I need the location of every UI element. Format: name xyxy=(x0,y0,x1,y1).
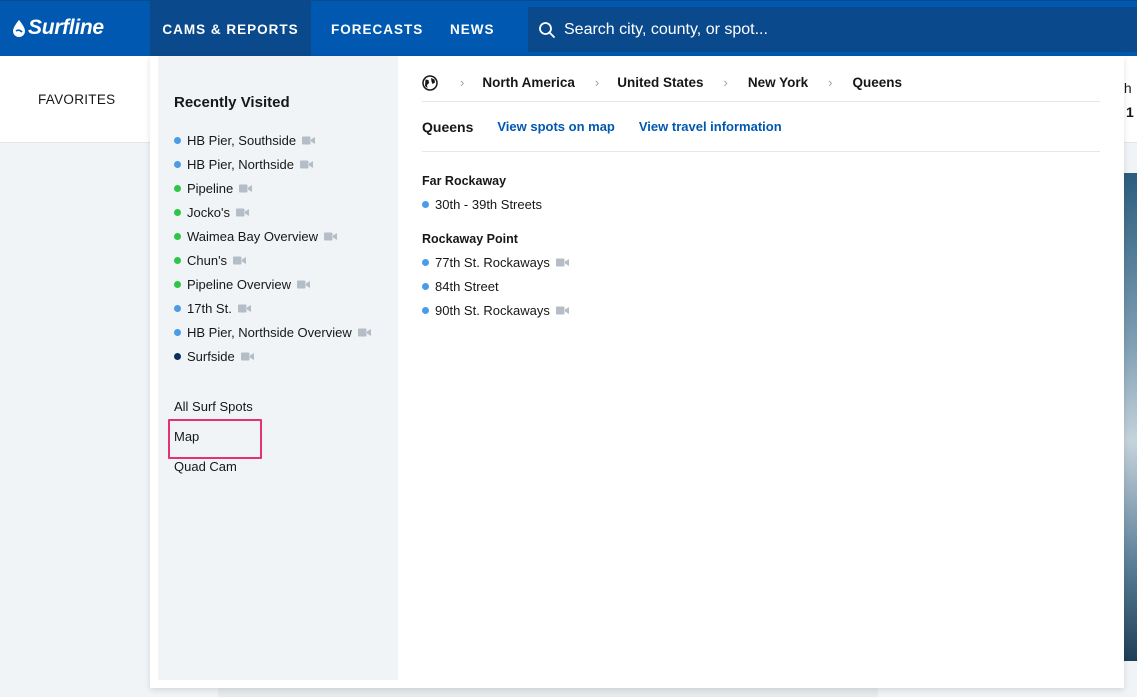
camera-icon xyxy=(555,258,569,267)
spot-name: Waimea Bay Overview xyxy=(187,228,318,244)
spot-list-far-rockaway: 30th - 39th Streets xyxy=(422,192,542,216)
map-link[interactable]: Map xyxy=(174,427,253,457)
group-title-far-rockaway: Far Rockaway xyxy=(422,174,507,188)
status-dot xyxy=(174,328,181,336)
quad-cam-link[interactable]: Quad Cam xyxy=(174,457,253,487)
view-spots-on-map-link[interactable]: View spots on map xyxy=(497,119,615,134)
spot-name: Pipeline xyxy=(187,180,234,196)
spot-item[interactable]: 30th - 39th Streets xyxy=(422,192,542,216)
all-surf-spots-link[interactable]: All Surf Spots xyxy=(174,397,253,427)
chevron-right-icon: › xyxy=(594,75,600,90)
spot-name: HB Pier, Northside xyxy=(187,156,294,172)
search-bar[interactable] xyxy=(528,7,1137,52)
status-dot xyxy=(422,282,429,290)
recent-spot-item[interactable]: Surfside xyxy=(174,344,371,368)
nav-cams-reports[interactable]: CAMS & REPORTS xyxy=(150,1,311,57)
spot-item[interactable]: 77th St. Rockaways xyxy=(422,250,569,274)
chevron-right-icon: › xyxy=(723,75,728,90)
recent-sidebar: Recently Visited HB Pier, Southside HB Pi… xyxy=(158,56,398,680)
logo-text: Surfline xyxy=(28,16,104,39)
status-dot xyxy=(174,136,181,144)
recent-spot-item[interactable]: Waimea Bay Overview xyxy=(174,224,371,248)
recent-spot-item[interactable]: HB Pier, Northside xyxy=(174,152,371,176)
background-strip xyxy=(218,688,878,697)
spot-list-rockaway-point: 77th St. Rockaways 84th Street 90th St. Ro… xyxy=(422,250,569,322)
globe-icon[interactable] xyxy=(422,74,438,91)
region-subnav: Queens View spots on map View travel inf… xyxy=(422,112,1100,152)
breadcrumb-north-america[interactable]: North America xyxy=(482,75,575,90)
group-title-rockaway-point: Rockaway Point xyxy=(422,232,518,246)
cams-reports-dropdown: Recently Visited HB Pier, Southside HB Pi… xyxy=(150,56,1124,688)
spot-name: 90th St. Rockaways xyxy=(435,302,550,318)
chevron-right-icon: › xyxy=(460,75,465,90)
favorites-tab[interactable]: FAVORITES xyxy=(38,92,115,107)
breadcrumb-new-york[interactable]: New York xyxy=(748,75,808,90)
spot-name: Chun's xyxy=(187,252,228,268)
recent-spot-item[interactable]: 17th St. xyxy=(174,296,371,320)
status-dot xyxy=(174,232,181,240)
camera-icon xyxy=(237,304,251,313)
nav-news[interactable]: NEWS xyxy=(450,1,495,57)
background-cam-image xyxy=(1124,173,1137,661)
spot-item[interactable]: 84th Street xyxy=(422,274,569,298)
spot-name: Surfside xyxy=(187,348,235,364)
camera-icon xyxy=(239,184,253,193)
status-dot xyxy=(174,160,181,168)
recent-spot-item[interactable]: Chun's xyxy=(174,248,371,272)
peek-text-bottom: 1 xyxy=(1126,104,1134,120)
status-dot xyxy=(174,256,181,264)
recent-spot-item[interactable]: HB Pier, Northside Overview xyxy=(174,320,371,344)
recent-spot-item[interactable]: Pipeline xyxy=(174,176,371,200)
camera-icon xyxy=(299,160,313,169)
camera-icon xyxy=(555,306,569,315)
spot-name: 17th St. xyxy=(187,300,232,316)
breadcrumb-queens[interactable]: Queens xyxy=(852,75,902,90)
status-dot xyxy=(422,306,429,314)
recent-spot-item[interactable]: Pipeline Overview xyxy=(174,272,371,296)
spot-name: HB Pier, Northside Overview xyxy=(187,324,352,340)
top-nav-bar: Surfline CAMS & REPORTS FORECASTS NEWS xyxy=(0,0,1137,57)
spot-name: 30th - 39th Streets xyxy=(435,196,542,212)
camera-icon xyxy=(240,352,254,361)
camera-icon xyxy=(297,280,311,289)
status-dot xyxy=(174,280,181,288)
status-dot xyxy=(174,208,181,216)
status-dot xyxy=(174,184,181,192)
camera-icon xyxy=(357,328,371,337)
search-input[interactable] xyxy=(564,20,1124,39)
recently-visited-title: Recently Visited xyxy=(174,94,290,111)
view-travel-info-link[interactable]: View travel information xyxy=(639,119,782,134)
breadcrumb: › North America › United States › New Yo… xyxy=(422,72,1100,102)
breadcrumb-united-states[interactable]: United States xyxy=(617,75,703,90)
region-title: Queens xyxy=(422,119,474,135)
search-icon xyxy=(539,21,555,38)
spot-name: 84th Street xyxy=(435,278,499,294)
drop-icon xyxy=(13,20,25,37)
chevron-right-icon: › xyxy=(828,75,833,90)
sidebar-links: All Surf Spots Map Quad Cam xyxy=(174,397,253,487)
spot-name: Jocko's xyxy=(187,204,230,220)
recent-spot-item[interactable]: HB Pier, Southside xyxy=(174,128,371,152)
recent-list: HB Pier, Southside HB Pier, Northside Pipe… xyxy=(174,128,371,368)
spot-name: 77th St. Rockaways xyxy=(435,254,550,270)
surfline-logo[interactable]: Surfline xyxy=(12,15,104,41)
nav-forecasts[interactable]: FORECASTS xyxy=(331,1,423,57)
spot-name: HB Pier, Southside xyxy=(187,132,297,148)
status-dot xyxy=(174,304,181,312)
status-dot xyxy=(422,200,429,208)
camera-icon xyxy=(233,256,247,265)
camera-icon xyxy=(324,232,337,241)
camera-icon xyxy=(235,208,249,217)
status-dot xyxy=(422,258,429,266)
status-dot xyxy=(174,352,181,360)
recent-spot-item[interactable]: Jocko's xyxy=(174,200,371,224)
camera-icon xyxy=(302,136,316,145)
spot-item[interactable]: 90th St. Rockaways xyxy=(422,298,569,322)
spot-name: Pipeline Overview xyxy=(187,276,292,292)
